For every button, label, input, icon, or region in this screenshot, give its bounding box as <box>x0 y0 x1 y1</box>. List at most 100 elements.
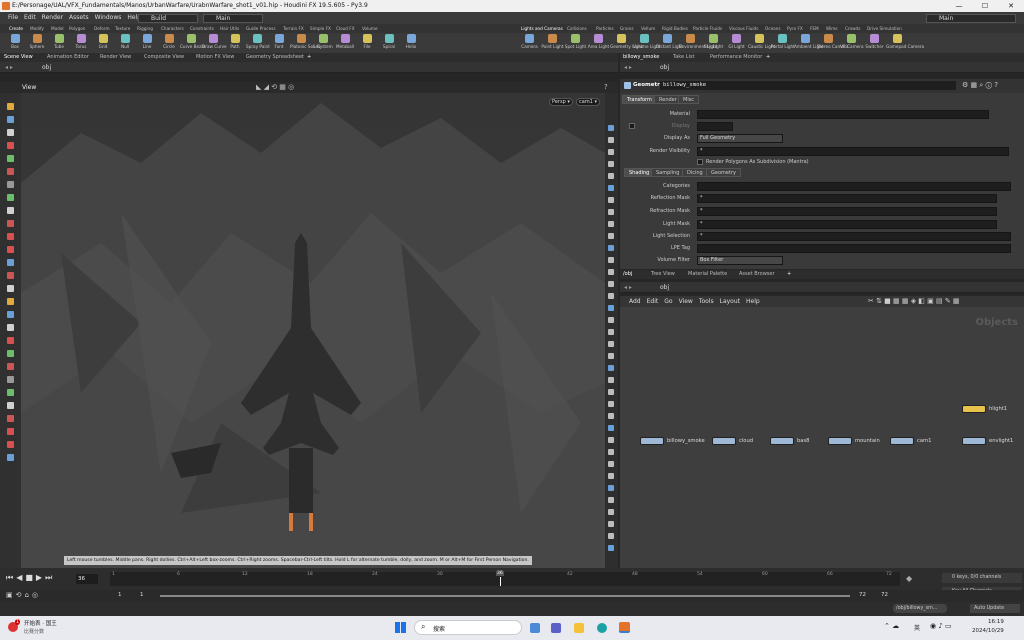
viewport-tool-icon[interactable] <box>7 103 14 110</box>
shelf-tool-curve-bezier[interactable]: Curve Bezier <box>180 34 207 49</box>
tab-tree-view[interactable]: Tree View <box>651 270 675 279</box>
viewport-tool-icon[interactable] <box>7 337 14 344</box>
context-dropdown[interactable]: Main <box>203 14 263 23</box>
param-path-field[interactable]: obj <box>660 62 669 73</box>
current-frame-field[interactable]: 36 <box>76 574 98 584</box>
viewport-tool-icon[interactable] <box>7 233 14 240</box>
display-option-icon[interactable] <box>608 233 614 239</box>
playhead[interactable] <box>500 577 501 586</box>
shelf-tab[interactable]: Guide Process <box>246 24 276 33</box>
shelf-tool-camera[interactable]: Camera <box>518 34 541 49</box>
clock-time[interactable]: 16:19 <box>988 619 1004 625</box>
viewport-tool-icon[interactable] <box>7 389 14 396</box>
range-slider[interactable] <box>160 595 850 597</box>
shelf-tab[interactable]: Hair Utils <box>220 24 239 33</box>
viewport-tool-icon[interactable] <box>7 415 14 422</box>
subtab-geometry[interactable]: Geometry <box>706 168 741 177</box>
net-menu-go[interactable]: Go <box>661 296 675 307</box>
display-checkbox[interactable] <box>629 123 635 129</box>
tab-render-view[interactable]: Render View <box>100 53 131 62</box>
viewport-tool-icon[interactable] <box>7 402 14 409</box>
explorer-icon[interactable] <box>574 623 584 633</box>
display-option-icon[interactable] <box>608 437 614 443</box>
shelf-tab[interactable]: Crowds <box>845 24 860 33</box>
light-selection-field[interactable]: * <box>697 231 1011 241</box>
network-tool-icons[interactable]: ✂ ⇅ ■ ▦ ▦ ◈ ◧ ▣ ▤ ✎ ▦ <box>868 296 960 307</box>
viewport-tool-icon[interactable] <box>7 454 14 461</box>
maximize-button[interactable]: ☐ <box>972 0 998 12</box>
back-icon[interactable]: ◂ ▸ <box>5 62 13 73</box>
shelf-tool-helix[interactable]: Helix <box>400 34 422 49</box>
shelf-tool-box[interactable]: Box <box>4 34 26 49</box>
range-controls[interactable]: ▣⟲⌂◎ <box>6 591 41 599</box>
net-menu-tools[interactable]: Tools <box>696 296 717 307</box>
shelf-tab[interactable]: Simple FX <box>310 24 331 33</box>
viewport-tool-icon[interactable] <box>7 181 14 188</box>
viewport-tool-icon[interactable] <box>7 116 14 123</box>
display-option-icon[interactable] <box>608 365 614 371</box>
close-button[interactable]: ✕ <box>998 0 1024 12</box>
clock-date[interactable]: 2024/10/29 <box>972 628 1004 634</box>
shelf-tab[interactable]: Cloud FX <box>336 24 355 33</box>
shelf-tool-spot-light[interactable]: Spot Light <box>564 34 587 49</box>
menu-file[interactable]: File <box>5 12 21 24</box>
range-end2-field[interactable]: 72 <box>881 592 888 598</box>
shelf-tool-gamepad-camera[interactable]: Gamepad Camera <box>886 34 924 49</box>
shelf-tool-file[interactable]: File <box>356 34 378 49</box>
display-option-icon[interactable] <box>608 389 614 395</box>
display-option-icon[interactable] <box>608 269 614 275</box>
tab-obj[interactable]: /obj <box>623 270 632 279</box>
viewport-tool-icon[interactable] <box>7 142 14 149</box>
display-field[interactable] <box>697 121 733 131</box>
subtab-shading[interactable]: Shading <box>624 168 655 177</box>
edge-icon[interactable] <box>597 623 607 633</box>
param-tab-misc[interactable]: Misc <box>678 95 700 104</box>
shelf-tool-tube[interactable]: Tube <box>48 34 70 49</box>
display-option-icon[interactable] <box>608 281 614 287</box>
display-option-icon[interactable] <box>608 425 614 431</box>
shelf-tab[interactable]: Lights and Cameras <box>521 24 563 33</box>
subtab-sampling[interactable]: Sampling <box>651 168 685 177</box>
display-option-icon[interactable] <box>608 509 614 515</box>
subdivision-checkbox[interactable] <box>697 159 703 165</box>
viewport-tool-icon[interactable] <box>7 350 14 357</box>
node-path-status[interactable]: /obj/billowy_sm... <box>893 604 947 613</box>
display-option-icon[interactable] <box>608 293 614 299</box>
display-option-icon[interactable] <box>608 401 614 407</box>
shelf-tab[interactable]: Oceans <box>765 24 781 33</box>
volume-filter-dropdown[interactable]: Box Filter <box>697 255 783 265</box>
refraction-mask-field[interactable]: * <box>697 206 997 216</box>
shelf-tab[interactable]: Characters <box>161 24 184 33</box>
viewport-tool-icon[interactable] <box>7 441 14 448</box>
display-option-icon[interactable] <box>608 485 614 491</box>
viewport-tool-icon[interactable] <box>7 207 14 214</box>
net-menu-help[interactable]: Help <box>743 296 763 307</box>
viewport-tool-icon[interactable] <box>7 246 14 253</box>
shelf-tab[interactable]: Rigid Bodies <box>662 24 688 33</box>
tab-geometry-spreadsheet[interactable]: Geometry Spreadsheet <box>246 53 304 62</box>
display-option-icon[interactable] <box>608 329 614 335</box>
range-start2-field[interactable]: 1 <box>140 592 144 598</box>
shelf-tab[interactable]: Texture <box>115 24 130 33</box>
shelf-tool-area-light[interactable]: Area Light <box>587 34 610 49</box>
shelf-tool-sky-light[interactable]: Sky Light <box>702 34 725 49</box>
shelf-tool-vr-camera[interactable]: VR Camera <box>840 34 864 49</box>
display-option-icon[interactable] <box>608 245 614 251</box>
desktop-dropdown[interactable]: Build <box>138 14 198 23</box>
auto-update-button[interactable]: Auto Update <box>970 604 1020 613</box>
display-option-icon[interactable] <box>608 377 614 383</box>
persp-dropdown[interactable]: Persp ▾ <box>549 98 573 106</box>
language-indicator[interactable]: 英 <box>914 623 920 632</box>
camera-dropdown[interactable]: cam1 ▾ <box>576 98 600 106</box>
range-start-field[interactable]: 1 <box>118 592 122 598</box>
viewport-tool-icon[interactable] <box>7 272 14 279</box>
shelf-tool-metaball[interactable]: Metaball <box>334 34 356 49</box>
shelf-tool-switcher[interactable]: Switcher <box>863 34 886 49</box>
reflection-mask-field[interactable]: * <box>697 193 997 203</box>
shelf-tab[interactable]: FEM <box>810 24 819 33</box>
add-tab-icon[interactable]: + <box>787 270 791 279</box>
tab-motion-fx-view[interactable]: Motion FX View <box>196 53 234 62</box>
menu-edit[interactable]: Edit <box>21 12 39 24</box>
display-option-icon[interactable] <box>608 137 614 143</box>
shelf-tool-sphere[interactable]: Sphere <box>26 34 48 49</box>
